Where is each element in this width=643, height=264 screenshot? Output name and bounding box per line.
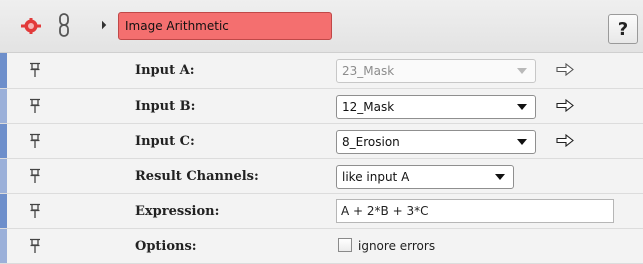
pin-icon[interactable] (29, 62, 41, 78)
input-b-select[interactable]: 12_Mask (336, 95, 536, 119)
module-title[interactable]: Image Arithmetic (118, 12, 332, 40)
chevron-down-icon (517, 104, 527, 110)
pin-icon[interactable] (29, 203, 41, 219)
input-b-value: 12_Mask (342, 100, 395, 114)
ignore-errors-checkbox[interactable] (338, 238, 352, 252)
arrow-right-icon[interactable] (556, 134, 574, 147)
param-row-input-b: Input B: 12_Mask (0, 89, 643, 124)
module-panel: Image Arithmetic ? Input A: 23_Mask Inpu… (0, 0, 643, 264)
options-label: Options: (135, 238, 197, 254)
param-row-input-c: Input C: 8_Erosion (0, 124, 643, 159)
expression-input[interactable]: A + 2*B + 3*C (336, 199, 614, 223)
module-header: Image Arithmetic ? (0, 0, 643, 53)
pin-icon[interactable] (29, 238, 41, 254)
collapse-arrow-icon[interactable] (97, 20, 107, 30)
input-a-select[interactable]: 23_Mask (336, 59, 536, 83)
chevron-down-icon (517, 139, 527, 145)
result-channels-label: Result Channels: (135, 168, 259, 184)
expression-label: Expression: (135, 203, 220, 219)
parameter-list: Input A: 23_Mask Input B: 12_Mask Input … (0, 53, 643, 264)
input-c-label: Input C: (135, 133, 195, 149)
input-a-label: Input A: (135, 63, 195, 78)
chain-link-icon[interactable] (58, 13, 70, 37)
param-row-result-channels: Result Channels: like input A (0, 159, 643, 194)
pin-icon[interactable] (29, 98, 41, 114)
param-row-input-a: Input A: 23_Mask (0, 53, 643, 89)
input-c-select[interactable]: 8_Erosion (336, 130, 536, 154)
result-channels-value: like input A (342, 170, 410, 184)
param-row-expression: Expression: A + 2*B + 3*C (0, 194, 643, 229)
arrow-right-icon[interactable] (556, 63, 574, 76)
pin-icon[interactable] (29, 168, 41, 184)
result-channels-select[interactable]: like input A (336, 165, 514, 189)
pin-icon[interactable] (29, 133, 41, 149)
input-a-value: 23_Mask (342, 64, 395, 78)
input-c-value: 8_Erosion (342, 135, 400, 149)
module-gear-icon[interactable] (21, 18, 41, 34)
arrow-right-icon[interactable] (556, 99, 574, 112)
chevron-down-icon (517, 68, 527, 74)
ignore-errors-label[interactable]: ignore errors (358, 229, 435, 263)
input-b-label: Input B: (135, 98, 196, 114)
chevron-down-icon (495, 174, 505, 180)
help-button[interactable]: ? (608, 14, 638, 44)
